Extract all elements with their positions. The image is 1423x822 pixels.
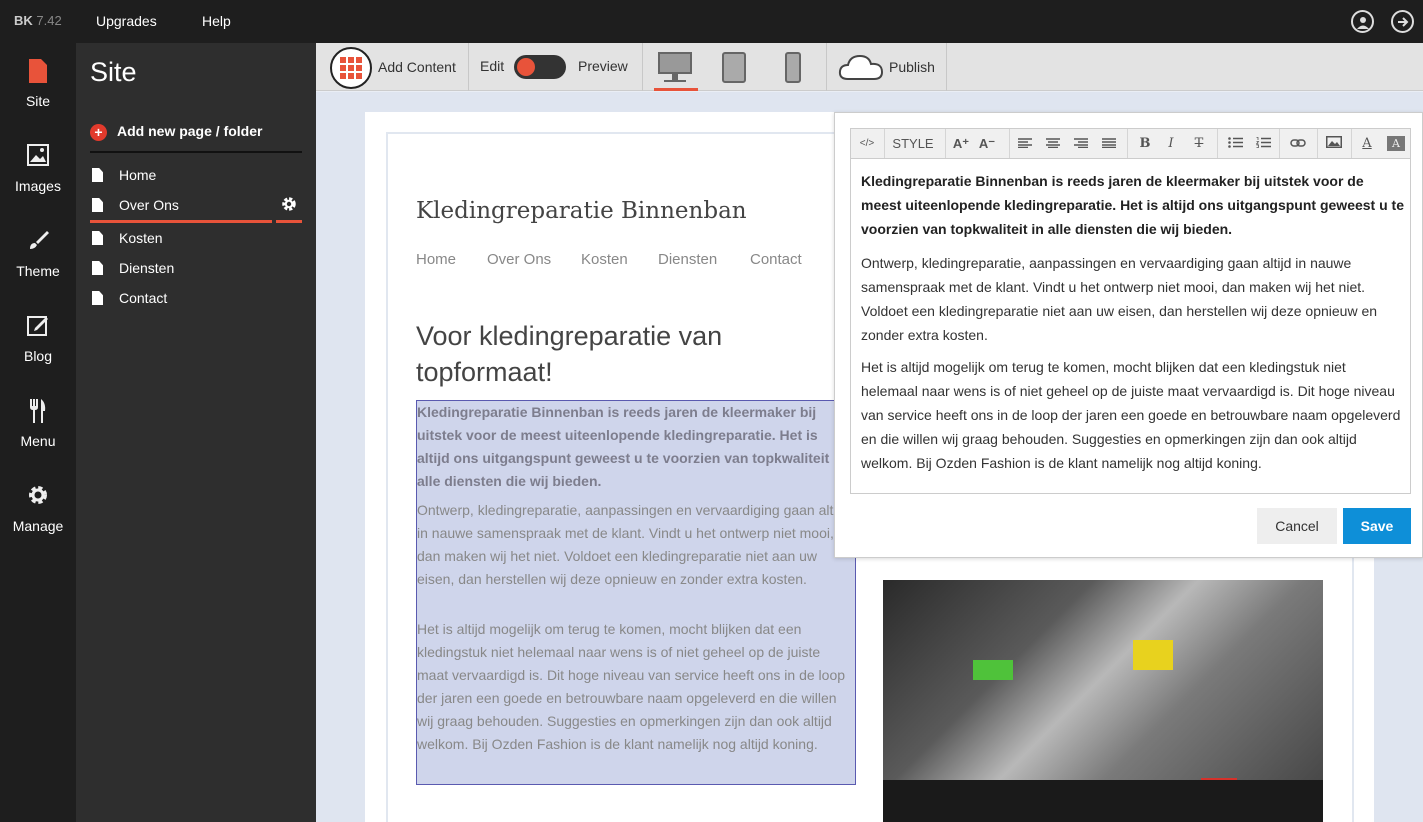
- save-button[interactable]: Save: [1343, 508, 1411, 544]
- preview-label[interactable]: Preview: [578, 58, 628, 74]
- add-page-label: Add new page / folder: [117, 123, 263, 139]
- edit-label[interactable]: Edit: [480, 58, 504, 74]
- page-label: Kosten: [119, 230, 163, 246]
- site-icon: [0, 59, 76, 85]
- manage-icon: [0, 484, 76, 510]
- rail-item-images[interactable]: Images: [0, 144, 76, 194]
- insert-image-icon[interactable]: [1323, 129, 1345, 158]
- cancel-button[interactable]: Cancel: [1257, 508, 1337, 544]
- editor-paragraph-2: Ontwerp, kledingreparatie, aanpassingen …: [861, 255, 1378, 343]
- blog-icon: [0, 314, 76, 340]
- page-icon: [92, 168, 103, 182]
- plus-icon: +: [90, 124, 107, 141]
- left-rail: Site Images Theme Blog Menu Manage: [0, 43, 76, 822]
- account-icon[interactable]: [1351, 10, 1374, 33]
- app-brand: BK 7.42: [14, 13, 62, 28]
- page-icon: [92, 198, 103, 212]
- paragraph-3: Het is altijd mogelijk om terug te komen…: [417, 621, 846, 752]
- site-title: Kledingreparatie Binnenban: [416, 198, 747, 224]
- rail-item-menu[interactable]: Menu: [0, 399, 76, 449]
- rail-label: Theme: [16, 263, 60, 279]
- paragraph-bold: Kledingreparatie Binnenban is reeds jare…: [417, 404, 846, 489]
- code-view-button[interactable]: </>: [851, 129, 883, 158]
- site-nav-home[interactable]: Home: [416, 251, 456, 268]
- top-bar: BK 7.42 Upgrades Help: [0, 0, 1423, 43]
- page-label: Diensten: [119, 260, 175, 276]
- cloud-publish-icon[interactable]: [838, 53, 884, 81]
- panel-title: Site: [90, 57, 137, 87]
- align-center-icon[interactable]: [1043, 129, 1063, 158]
- rail-item-blog[interactable]: Blog: [0, 314, 76, 364]
- edit-preview-toggle[interactable]: [514, 55, 566, 79]
- hero-heading: Voor kledingreparatie van topformaat!: [416, 321, 723, 387]
- font-size-up-button[interactable]: A⁺: [949, 129, 973, 158]
- publish-button[interactable]: Publish: [889, 59, 935, 75]
- help-link[interactable]: Help: [202, 13, 231, 29]
- paragraph-2: Ontwerp, kledingreparatie, aanpassingen …: [417, 502, 848, 587]
- add-page-button[interactable]: + Add new page / folder: [90, 123, 302, 153]
- align-right-icon[interactable]: [1071, 129, 1091, 158]
- upgrades-link[interactable]: Upgrades: [96, 13, 157, 29]
- rail-label: Menu: [20, 433, 56, 449]
- editor-content-area[interactable]: Kledingreparatie Binnenban is reeds jare…: [850, 159, 1411, 494]
- add-content-grid-icon[interactable]: [330, 47, 372, 89]
- page-settings-gear-icon[interactable]: [276, 195, 302, 223]
- site-nav-diensten[interactable]: Diensten: [658, 251, 717, 268]
- editor-paragraph-bold: Kledingreparatie Binnenban is reeds jare…: [861, 173, 1404, 237]
- shop-photo: [883, 580, 1323, 822]
- rail-item-theme[interactable]: Theme: [0, 229, 76, 279]
- editor-paragraph-3: Het is altijd mogelijk om terug te komen…: [861, 359, 1401, 471]
- background-color-button[interactable]: A: [1387, 136, 1405, 151]
- page-item-home[interactable]: Home: [90, 167, 272, 193]
- page-label: Over Ons: [119, 197, 179, 213]
- numbered-list-icon[interactable]: [1253, 129, 1273, 158]
- rail-item-site[interactable]: Site: [0, 59, 76, 109]
- selected-text-block[interactable]: Kledingreparatie Binnenban is reeds jare…: [416, 400, 856, 785]
- font-color-button[interactable]: A: [1357, 129, 1377, 158]
- align-justify-icon[interactable]: [1099, 129, 1119, 158]
- page-label: Contact: [119, 290, 168, 306]
- page-item-contact[interactable]: Contact: [90, 290, 272, 316]
- page-label: Home: [119, 167, 157, 183]
- theme-icon: [0, 229, 76, 255]
- desktop-device-icon[interactable]: [654, 43, 698, 91]
- site-nav-contact[interactable]: Contact: [750, 251, 802, 268]
- rail-item-manage[interactable]: Manage: [0, 484, 76, 534]
- font-size-down-button[interactable]: A⁻: [975, 129, 999, 158]
- italic-button[interactable]: I: [1161, 129, 1181, 158]
- rail-label: Manage: [12, 518, 64, 534]
- images-icon: [0, 144, 76, 170]
- align-left-icon[interactable]: [1015, 129, 1035, 158]
- page-icon: [92, 261, 103, 275]
- format-toolbar: </> STYLE A⁺ A⁻ B I T A A: [850, 128, 1411, 159]
- page-item-kosten[interactable]: Kosten: [90, 230, 272, 256]
- rail-label: Images: [15, 178, 61, 194]
- page-icon: [92, 291, 103, 305]
- text-editor-dialog: </> STYLE A⁺ A⁻ B I T A A Kledingreparat…: [834, 112, 1423, 558]
- page-item-diensten[interactable]: Diensten: [90, 260, 272, 286]
- bold-button[interactable]: B: [1135, 129, 1155, 158]
- strikethrough-button[interactable]: T: [1189, 129, 1209, 158]
- add-content-label[interactable]: Add Content: [378, 59, 456, 75]
- tablet-device-icon[interactable]: [720, 43, 748, 91]
- menu-icon: [0, 399, 76, 425]
- page-item-over-ons[interactable]: Over Ons: [90, 197, 272, 223]
- page-icon: [92, 231, 103, 245]
- rail-label: Blog: [23, 348, 53, 364]
- editor-toolbar: Add Content Edit Preview Publish: [316, 43, 1423, 91]
- rail-label: Site: [25, 93, 51, 109]
- logout-icon[interactable]: [1391, 10, 1414, 33]
- phone-device-icon[interactable]: [782, 43, 804, 91]
- bullet-list-icon[interactable]: [1225, 129, 1245, 158]
- link-icon[interactable]: [1285, 129, 1311, 158]
- site-nav-kosten[interactable]: Kosten: [581, 251, 628, 268]
- site-nav-over-ons[interactable]: Over Ons: [487, 251, 551, 268]
- site-panel: Site + Add new page / folder Home Over O…: [76, 43, 316, 822]
- style-button[interactable]: STYLE: [887, 129, 939, 158]
